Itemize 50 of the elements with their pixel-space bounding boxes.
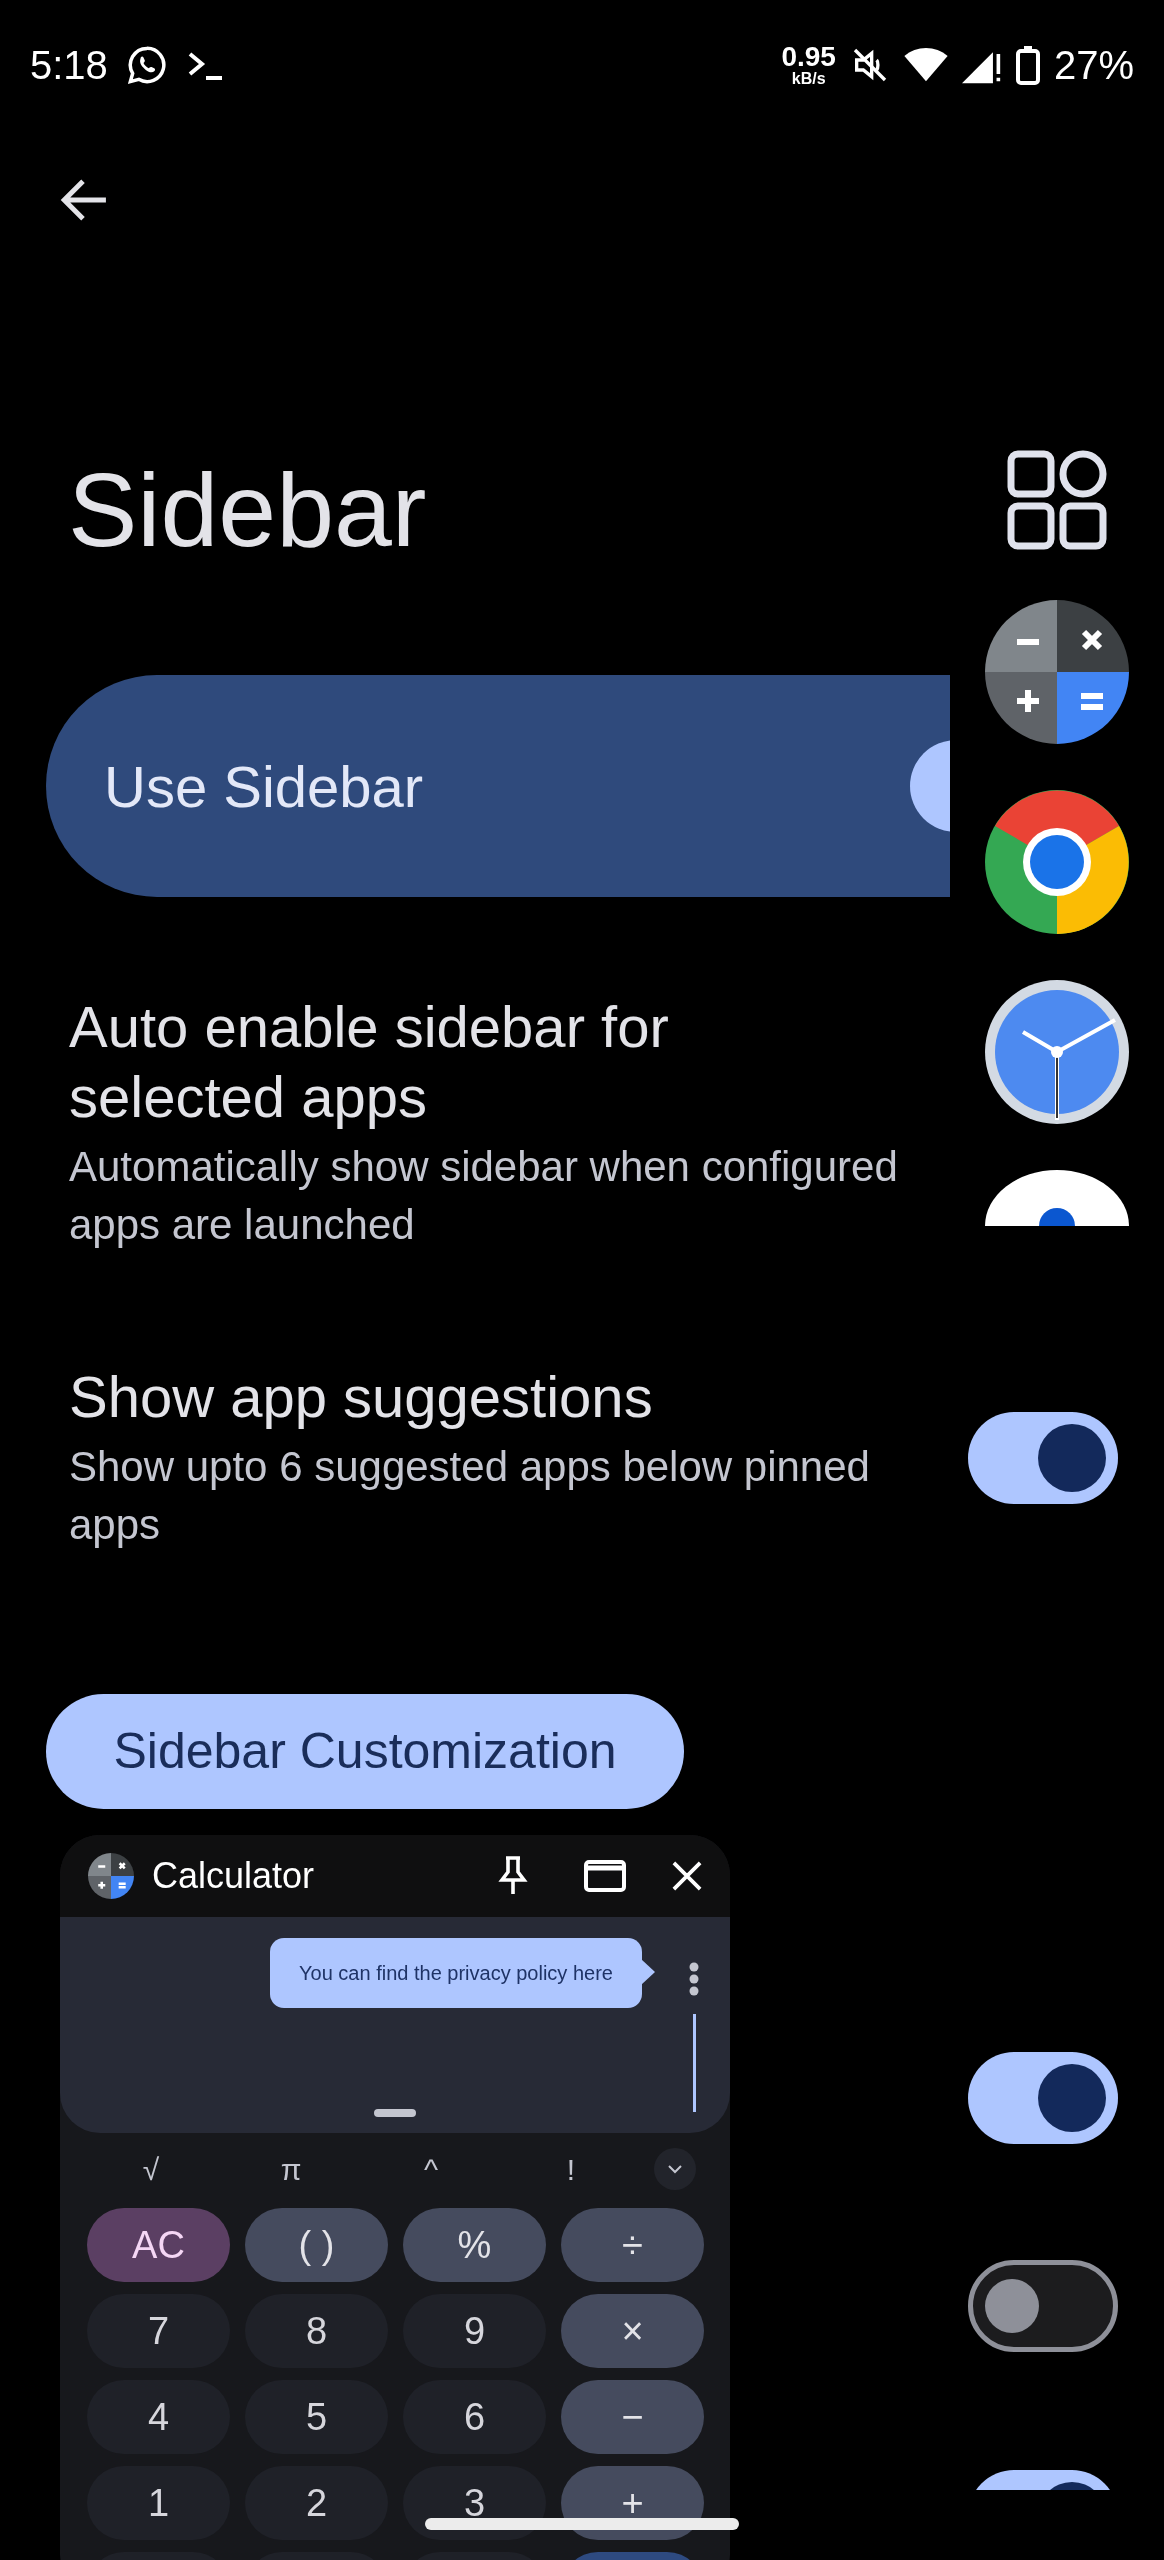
calculator-key[interactable]: ÷ xyxy=(561,2208,704,2282)
calculator-key[interactable]: ( ) xyxy=(245,2208,388,2282)
page-title: Sidebar xyxy=(68,451,427,570)
app-grid-icon[interactable] xyxy=(1007,450,1107,550)
function-key[interactable]: π xyxy=(271,2146,311,2192)
function-key[interactable]: √ xyxy=(131,2146,171,2192)
maximize-icon[interactable] xyxy=(584,1860,626,1892)
network-unit: kB/s xyxy=(791,71,826,87)
back-arrow-icon[interactable] xyxy=(58,177,108,223)
calculator-app-icon[interactable] xyxy=(985,600,1129,744)
pin-icon[interactable] xyxy=(498,1856,528,1896)
setting-description: Automatically show sidebar when configured apps are launched xyxy=(69,1142,899,1250)
calculator-key[interactable]: 2 xyxy=(245,2466,388,2540)
calculator-key[interactable]: % xyxy=(403,2208,546,2282)
calculator-key[interactable]: 6 xyxy=(403,2380,546,2454)
setting-title: Auto enable sidebar for selected apps xyxy=(69,993,670,1131)
drag-handle[interactable] xyxy=(374,2109,416,2117)
calculator-key[interactable]: 4 xyxy=(87,2380,230,2454)
wifi-icon xyxy=(903,47,948,83)
setting-title: Show app suggestions xyxy=(69,1363,654,1431)
calculator-key[interactable]: 5 xyxy=(245,2380,388,2454)
calculator-key[interactable]: 7 xyxy=(87,2294,230,2368)
switch-label: Use Sidebar xyxy=(104,752,424,821)
tooltip-pointer-icon xyxy=(641,1959,655,1985)
calculator-key[interactable]: 8 xyxy=(245,2294,388,2368)
chevron-down-icon xyxy=(668,2164,682,2174)
calculator-key[interactable]: AC xyxy=(87,2208,230,2282)
setting-description: Show upto 6 suggested apps below pinned apps xyxy=(69,1442,871,1550)
window-title: Calculator xyxy=(152,1854,315,1898)
eye-app-icon[interactable] xyxy=(985,1170,1129,1226)
tooltip-bubble[interactable]: You can find the privacy policy here xyxy=(270,1938,642,2008)
main-switch-card[interactable]: Use Sidebar xyxy=(46,675,950,897)
clock-time: 5:18 xyxy=(30,42,108,89)
browser-app-icon[interactable] xyxy=(985,790,1129,934)
function-key[interactable]: ! xyxy=(551,2146,591,2192)
calculator-key[interactable]: × xyxy=(561,2294,704,2368)
calculator-key[interactable]: − xyxy=(561,2380,704,2454)
function-key[interactable]: ^ xyxy=(411,2146,451,2192)
calculator-key[interactable]: 1 xyxy=(87,2466,230,2540)
expand-button[interactable] xyxy=(654,2148,696,2190)
network-speed: 0.95 xyxy=(781,43,836,71)
calculator-key[interactable]: 9 xyxy=(403,2294,546,2368)
clock-app-icon[interactable] xyxy=(985,980,1129,1124)
battery-percent: 27% xyxy=(1053,42,1134,89)
customization-button[interactable]: Sidebar Customization xyxy=(46,1694,684,1809)
chat-bubble-icon xyxy=(125,44,168,86)
close-icon[interactable] xyxy=(672,1861,702,1891)
more-options-icon[interactable] xyxy=(688,1961,700,1997)
calculator-app-icon xyxy=(88,1853,134,1899)
battery-icon xyxy=(1015,45,1040,85)
